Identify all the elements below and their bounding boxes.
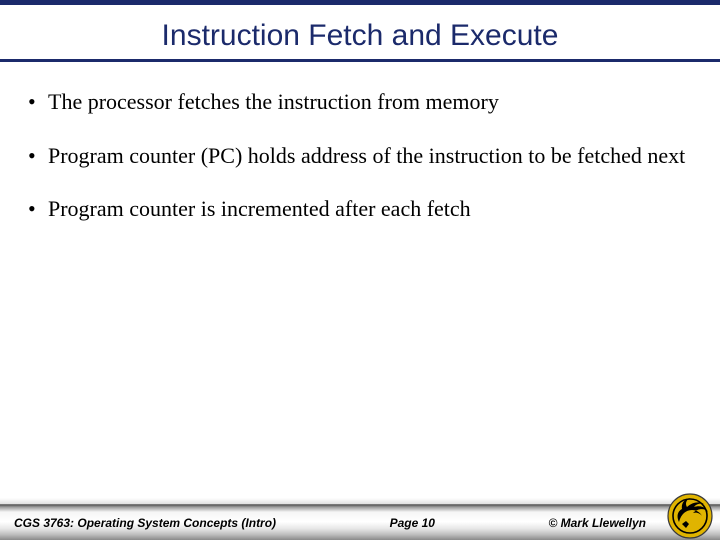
list-item: The processor fetches the instruction fr…: [26, 88, 694, 116]
slide-title: Instruction Fetch and Execute: [0, 5, 720, 59]
title-rule: [0, 59, 720, 62]
slide-body: Instruction Fetch and Execute The proces…: [0, 5, 720, 223]
footer-course: CGS 3763: Operating System Concepts (Int…: [0, 516, 276, 530]
list-item: Program counter (PC) holds address of th…: [26, 142, 694, 170]
list-item: Program counter is incremented after eac…: [26, 195, 694, 223]
footer-bar: CGS 3763: Operating System Concepts (Int…: [0, 504, 720, 540]
bullet-list: The processor fetches the instruction fr…: [0, 88, 720, 223]
slide-footer: CGS 3763: Operating System Concepts (Int…: [0, 494, 720, 540]
footer-copyright: © Mark Llewellyn: [548, 516, 720, 530]
footer-page: Page 10: [276, 516, 548, 530]
